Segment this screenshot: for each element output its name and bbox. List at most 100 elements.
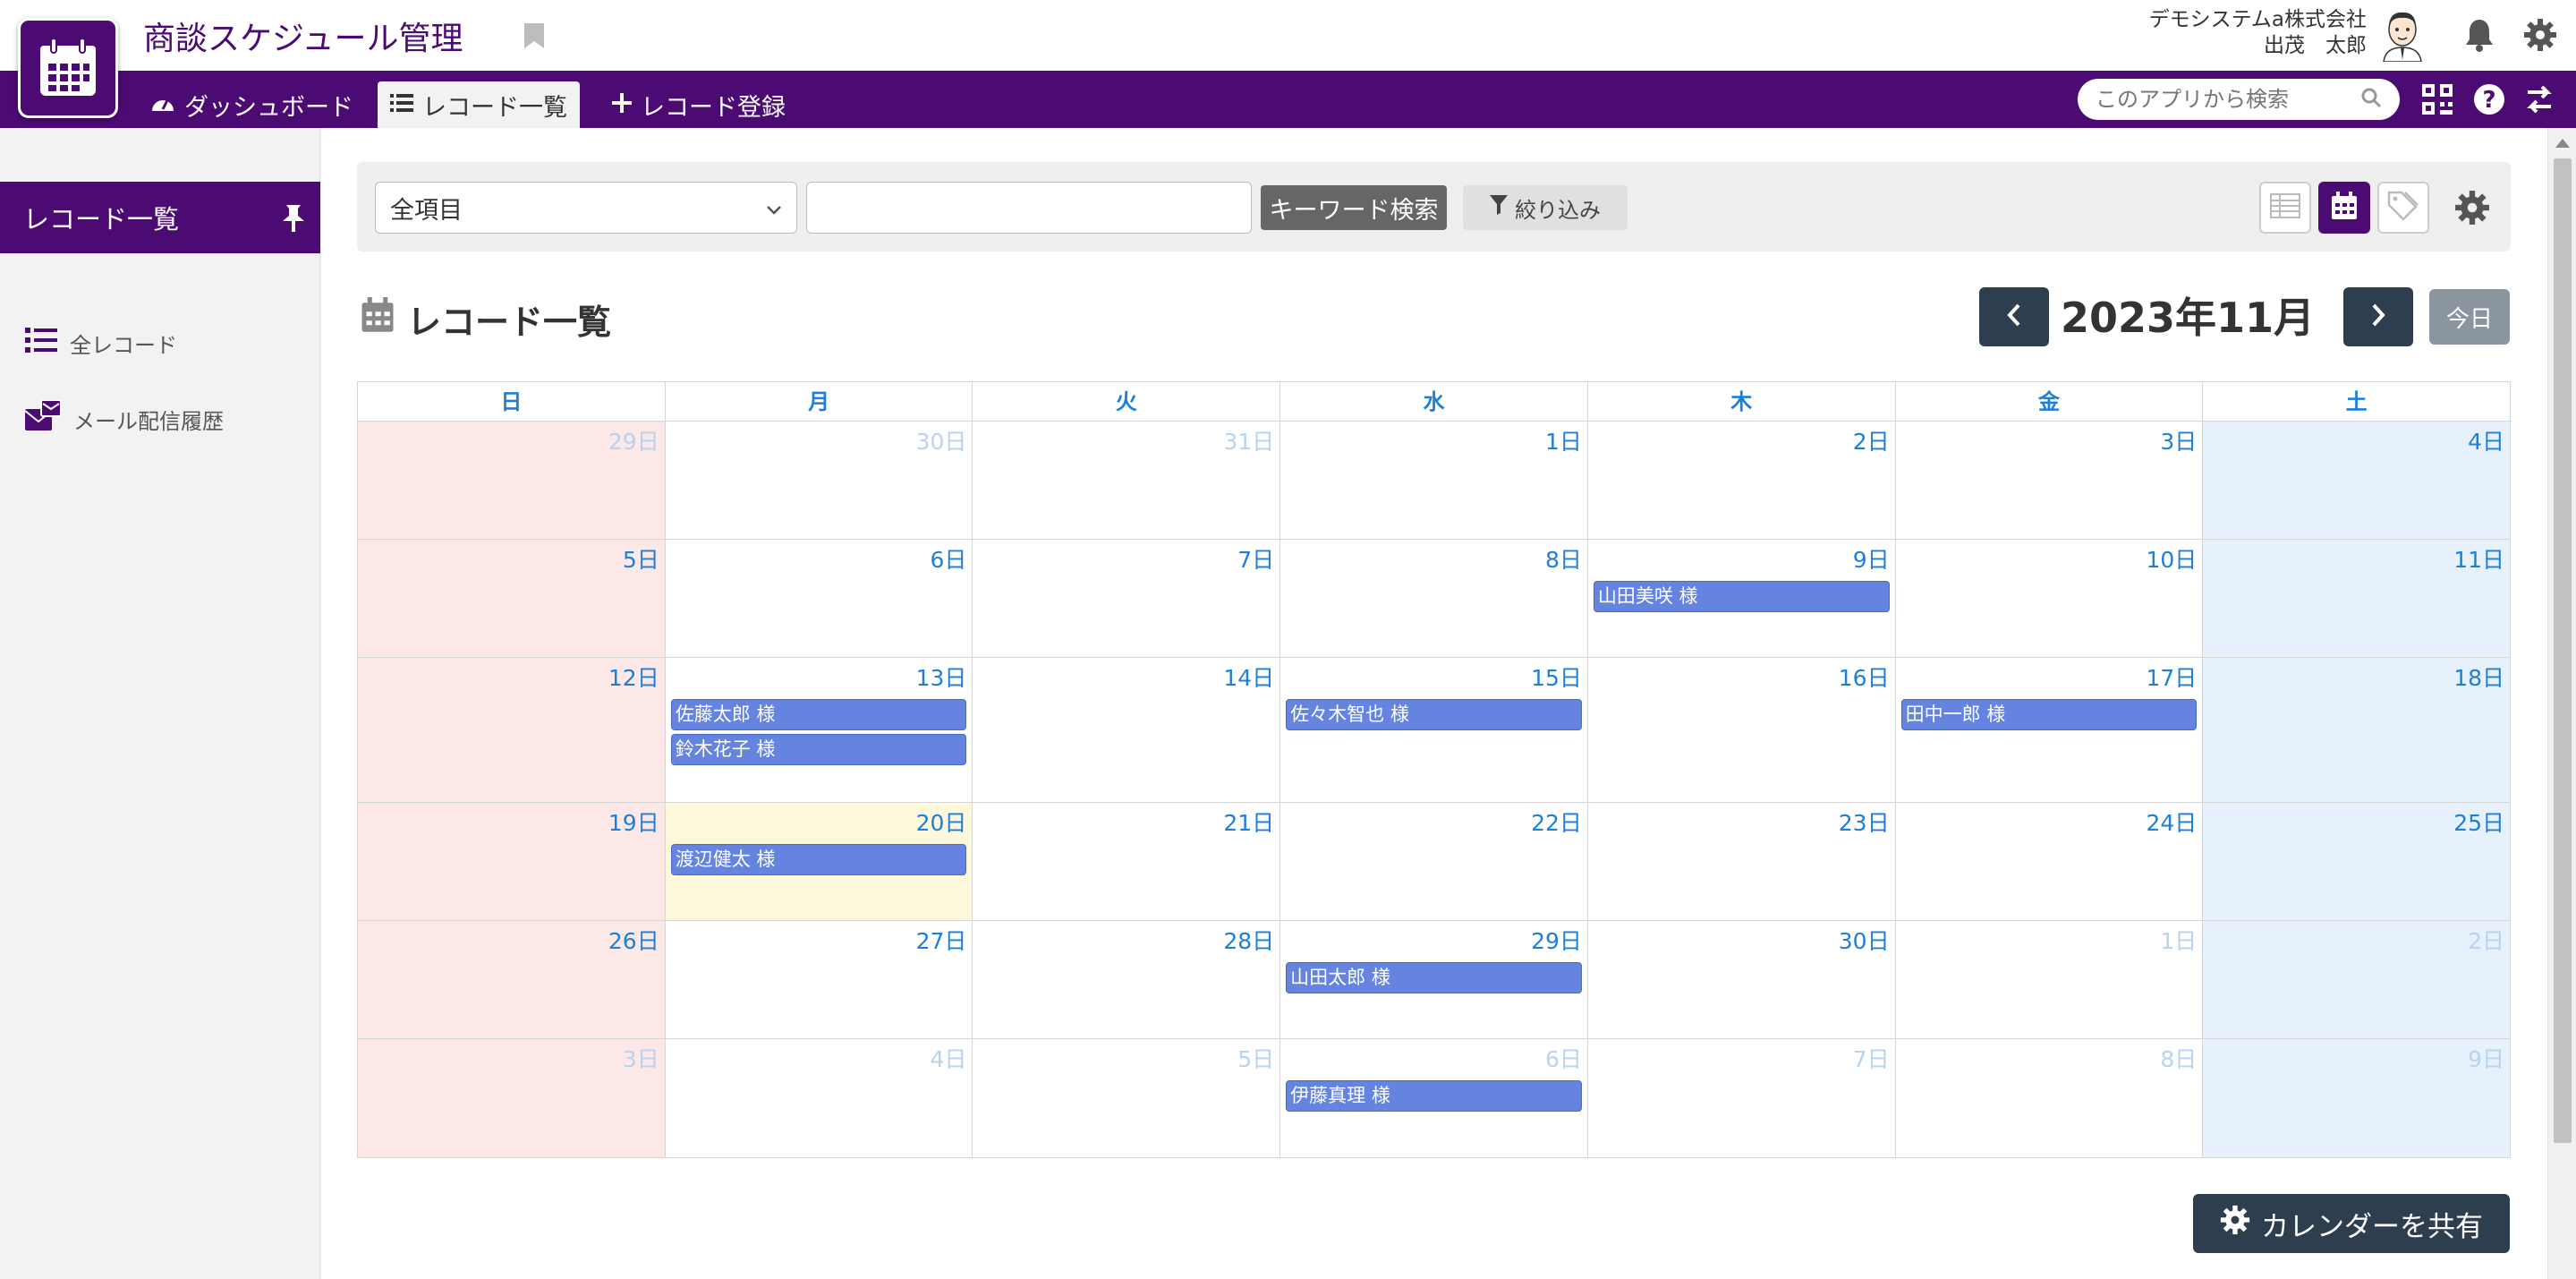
calendar-day-cell[interactable]: 4日 bbox=[665, 1039, 973, 1157]
calendar-day-cell[interactable]: 26日 bbox=[358, 921, 666, 1038]
calendar-day-cell[interactable]: 2日 bbox=[1587, 422, 1896, 539]
sidebar-item-mail-history[interactable]: メール配信履歴 bbox=[24, 399, 224, 438]
list-icon bbox=[390, 91, 413, 119]
calendar-day-cell[interactable]: 13日 佐藤太郎 様鈴木花子 様 bbox=[665, 658, 973, 802]
calendar-day-cell[interactable]: 7日 bbox=[1587, 1039, 1896, 1157]
calendar-day-cell[interactable]: 30日 bbox=[1587, 921, 1896, 1038]
calendar-event[interactable]: 山田太郎 様 bbox=[1286, 962, 1582, 993]
scrollbar[interactable] bbox=[2547, 128, 2576, 1279]
calendar-day-cell[interactable]: 9日 山田美咲 様 bbox=[1587, 540, 1896, 657]
calendar-week-row: 12日 13日 佐藤太郎 様鈴木花子 様 14日 15日 佐々木智也 様 16日 17日 田中一… bbox=[358, 658, 2511, 803]
calendar-day-cell[interactable]: 16日 bbox=[1587, 658, 1896, 802]
calendar-event[interactable]: 鈴木花子 様 bbox=[670, 734, 967, 765]
scroll-thumb[interactable] bbox=[2554, 158, 2572, 1143]
calendar-day-cell[interactable]: 31日 bbox=[973, 422, 1281, 539]
sidebar-title: レコード一覧 bbox=[23, 204, 180, 234]
app-search[interactable] bbox=[2078, 79, 2400, 120]
nav-record-list[interactable]: レコード一覧 bbox=[378, 81, 580, 128]
today-button[interactable]: 今日 bbox=[2429, 289, 2510, 345]
day-number: 14日 bbox=[1223, 665, 1275, 691]
calendar-event[interactable]: 渡辺健太 様 bbox=[670, 844, 967, 875]
calendar-event[interactable]: 山田美咲 様 bbox=[1593, 581, 1890, 612]
calendar-day-cell[interactable]: 27日 bbox=[665, 921, 973, 1038]
calendar-day-cell[interactable]: 30日 bbox=[665, 422, 973, 539]
next-month-button[interactable] bbox=[2343, 287, 2413, 346]
company-name: デモシステムa株式会社 bbox=[2148, 8, 2367, 31]
day-number: 8日 bbox=[1544, 547, 1582, 573]
calendar-day-cell[interactable]: 2日 bbox=[2203, 921, 2511, 1038]
calendar-day-cell[interactable]: 22日 bbox=[1280, 803, 1588, 920]
calendar-day-cell[interactable]: 18日 bbox=[2203, 658, 2511, 802]
calendar-day-cell[interactable]: 15日佐々木智也 様 bbox=[1280, 658, 1588, 802]
calendar-day-cell[interactable]: 23日 bbox=[1587, 803, 1896, 920]
calendar-event[interactable]: 佐々木智也 様 bbox=[1286, 699, 1582, 730]
calendar-day-cell[interactable]: 9日 bbox=[2203, 1039, 2511, 1157]
calendar-day-cell[interactable]: 3日 bbox=[1895, 422, 2204, 539]
prev-month-button[interactable] bbox=[1979, 287, 2049, 346]
day-number: 4日 bbox=[2468, 429, 2505, 455]
calendar-day-cell[interactable]: 29日 bbox=[358, 422, 666, 539]
calendar-day-cell[interactable]: 6日 bbox=[665, 540, 973, 657]
calendar-day-cell[interactable]: 10日 bbox=[1895, 540, 2204, 657]
sidebar-item-all-records[interactable]: 全レコード bbox=[25, 327, 177, 359]
view-settings-gear-icon[interactable] bbox=[2453, 188, 2492, 227]
help-icon[interactable]: ? bbox=[2471, 81, 2507, 117]
calendar-day-cell[interactable]: 20日 渡辺健太 様 bbox=[665, 803, 973, 920]
settings-gear-icon[interactable] bbox=[2521, 16, 2559, 54]
calendar-day-cell[interactable]: 17日 田中一郎 様 bbox=[1895, 658, 2204, 802]
filter-button[interactable]: 絞り込み bbox=[1463, 185, 1628, 230]
calendar-day-cell[interactable]: 25日 bbox=[2203, 803, 2511, 920]
day-number: 30日 bbox=[915, 429, 967, 455]
calendar-day-cell[interactable]: 12日 bbox=[358, 658, 666, 802]
list-icon bbox=[25, 327, 57, 359]
bell-icon[interactable] bbox=[2461, 16, 2498, 54]
calendar-day-cell[interactable]: 5日 bbox=[358, 540, 666, 657]
user-name: 出茂 太郎 bbox=[2264, 34, 2367, 57]
nav-bar: ダッシュボード レコード一覧 レコード登録 ? bbox=[0, 71, 2576, 128]
calendar-day-cell[interactable]: 28日 bbox=[973, 921, 1281, 1038]
calendar-day-cell[interactable]: 11日 bbox=[2203, 540, 2511, 657]
keyword-input[interactable] bbox=[806, 182, 1252, 234]
pin-icon[interactable] bbox=[281, 203, 306, 232]
calendar-event[interactable]: 伊藤真理 様 bbox=[1286, 1080, 1582, 1112]
calendar-day-cell[interactable]: 3日 bbox=[358, 1039, 666, 1157]
top-header: 商談スケジュール管理 デモシステムa株式会社 出茂 太郎 bbox=[0, 0, 2576, 71]
day-number: 16日 bbox=[1838, 665, 1890, 691]
calendar-day-cell[interactable]: 24日 bbox=[1895, 803, 2204, 920]
weekday-label: 火 bbox=[973, 382, 1281, 421]
calendar-day-cell[interactable]: 6日 伊藤真理 様 bbox=[1280, 1039, 1588, 1157]
table-view-button[interactable] bbox=[2259, 182, 2311, 234]
day-number: 3日 bbox=[622, 1046, 659, 1072]
calendar-event[interactable]: 佐藤太郎 様 bbox=[670, 699, 967, 730]
calendar-day-cell[interactable]: 5日 bbox=[973, 1039, 1281, 1157]
day-number: 15日 bbox=[1531, 665, 1582, 691]
calendar-day-cell[interactable]: 1日 bbox=[1895, 921, 2204, 1038]
calendar-day-cell[interactable]: 29日 山田太郎 様 bbox=[1280, 921, 1588, 1038]
calendar-day-cell[interactable]: 8日 bbox=[1895, 1039, 2204, 1157]
calendar-day-cell[interactable]: 19日 bbox=[358, 803, 666, 920]
avatar[interactable] bbox=[2378, 8, 2427, 63]
qr-code-icon[interactable] bbox=[2419, 81, 2455, 117]
keyword-search-button[interactable]: キーワード検索 bbox=[1261, 185, 1447, 230]
calendar-day-cell[interactable]: 21日 bbox=[973, 803, 1281, 920]
calendar-event[interactable]: 田中一郎 様 bbox=[1900, 699, 2198, 730]
field-select[interactable]: 全項目 bbox=[375, 182, 797, 234]
calendar-view-button[interactable] bbox=[2318, 182, 2370, 234]
bookmark-icon[interactable] bbox=[523, 21, 546, 50]
calendar-day-cell[interactable]: 1日 bbox=[1280, 422, 1588, 539]
calendar-day-cell[interactable]: 4日 bbox=[2203, 422, 2511, 539]
app-search-input[interactable] bbox=[2096, 87, 2360, 112]
share-calendar-button[interactable]: カレンダーを共有 bbox=[2193, 1194, 2510, 1253]
day-number: 21日 bbox=[1223, 810, 1275, 836]
scroll-up-arrow-icon[interactable] bbox=[2555, 139, 2570, 148]
tag-view-button[interactable] bbox=[2377, 182, 2429, 234]
search-icon[interactable] bbox=[2360, 87, 2382, 112]
nav-dashboard[interactable]: ダッシュボード bbox=[138, 81, 366, 128]
calendar-day-cell[interactable]: 7日 bbox=[973, 540, 1281, 657]
calendar-day-cell[interactable]: 14日 bbox=[973, 658, 1281, 802]
calendar-day-cell[interactable]: 8日 bbox=[1280, 540, 1588, 657]
day-number: 23日 bbox=[1838, 810, 1890, 836]
switch-arrows-icon[interactable] bbox=[2521, 81, 2557, 117]
app-calendar-icon[interactable] bbox=[18, 18, 118, 118]
nav-record-add[interactable]: レコード登録 bbox=[599, 81, 798, 128]
